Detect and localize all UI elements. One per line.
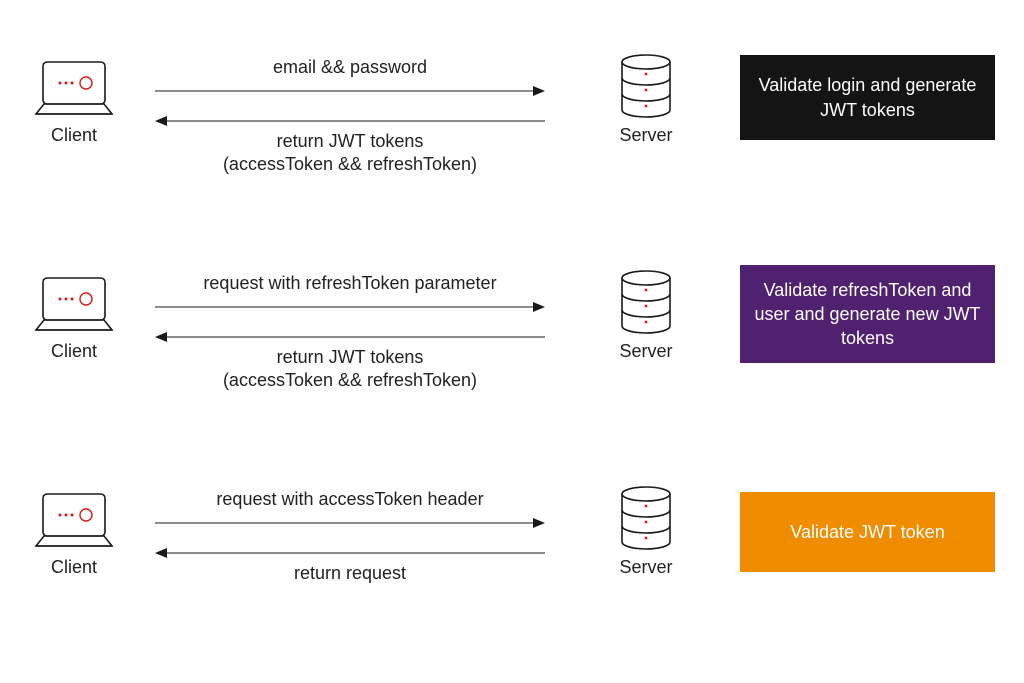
client-icon (28, 490, 120, 557)
server-label: Server (600, 557, 692, 578)
response-label-1: return JWT tokens (accessToken && refres… (155, 130, 545, 177)
action-box-1-text: Validate login and generate JWT tokens (754, 73, 981, 122)
server-label: Server (600, 125, 692, 146)
diagram-canvas: Client email && password return JWT toke… (0, 0, 1024, 683)
arrow-response-1 (155, 114, 545, 128)
action-box-2: Validate refreshToken and user and gener… (740, 265, 995, 363)
arrow-request-1 (155, 84, 545, 98)
arrow-request-2 (155, 300, 545, 314)
action-box-3: Validate JWT token (740, 492, 995, 572)
client-label: Client (28, 125, 120, 146)
server-icon (618, 486, 674, 559)
server-label: Server (600, 341, 692, 362)
client-label: Client (28, 557, 120, 578)
action-box-1: Validate login and generate JWT tokens (740, 55, 995, 140)
client-icon (28, 58, 120, 125)
arrow-response-3 (155, 546, 545, 560)
request-label-1: email && password (155, 56, 545, 79)
arrow-response-2 (155, 330, 545, 344)
arrow-request-3 (155, 516, 545, 530)
client-label: Client (28, 341, 120, 362)
client-icon (28, 274, 120, 341)
server-icon (618, 54, 674, 127)
request-label-2: request with refreshToken parameter (155, 272, 545, 295)
response-label-2: return JWT tokens (accessToken && refres… (155, 346, 545, 393)
action-box-3-text: Validate JWT token (790, 520, 944, 544)
response-label-3: return request (155, 562, 545, 585)
server-icon (618, 270, 674, 343)
request-label-3: request with accessToken header (155, 488, 545, 511)
action-box-2-text: Validate refreshToken and user and gener… (754, 278, 981, 351)
